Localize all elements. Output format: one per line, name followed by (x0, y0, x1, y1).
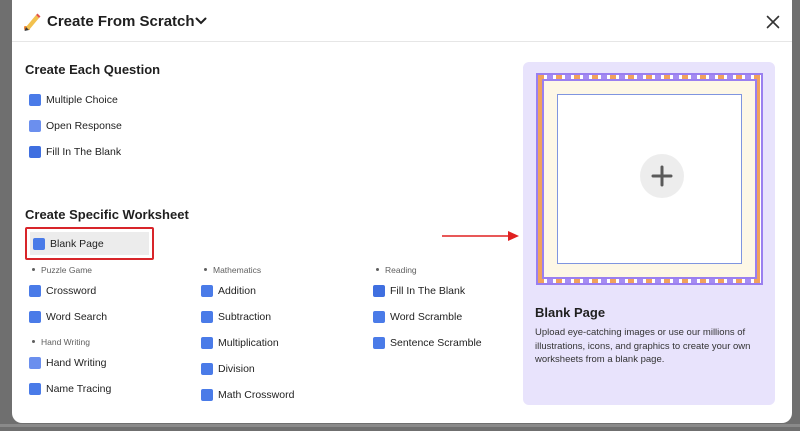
fill-in-the-blank-option[interactable]: Fill In The Blank (29, 143, 121, 161)
addition-label: Addition (218, 285, 256, 297)
create-each-question-heading: Create Each Question (25, 62, 161, 77)
reading-fill-in-the-blank-option[interactable]: Fill In The Blank (373, 282, 465, 300)
mathematics-subheading: Mathematics (204, 265, 261, 275)
math-crossword-label: Math Crossword (218, 389, 295, 401)
preview-blank-page[interactable] (557, 94, 742, 264)
division-label: Division (218, 363, 255, 375)
addition-option[interactable]: Addition (201, 282, 256, 300)
backdrop (0, 424, 800, 427)
reading-subheading: Reading (376, 265, 417, 275)
word-search-option[interactable]: Word Search (29, 308, 107, 326)
fill-blank-icon (29, 146, 41, 158)
close-icon[interactable] (766, 15, 780, 29)
word-scramble-label: Word Scramble (390, 311, 463, 323)
word-search-icon (29, 311, 41, 323)
add-icon[interactable] (640, 154, 684, 198)
reading-fill-in-the-blank-label: Fill In The Blank (390, 285, 466, 297)
sentence-scramble-option[interactable]: Sentence Scramble (373, 334, 482, 352)
name-tracing-label: Name Tracing (46, 383, 112, 395)
hand-writing-label: Hand Writing (46, 357, 107, 369)
open-response-option[interactable]: Open Response (29, 117, 122, 135)
multiple-choice-icon (29, 94, 41, 106)
subtraction-icon (201, 311, 213, 323)
puzzle-game-subheading: Puzzle Game (32, 265, 92, 275)
preview-frame-inner (542, 79, 757, 279)
blank-page-label: Blank Page (50, 237, 104, 250)
multiple-choice-option[interactable]: Multiple Choice (29, 91, 118, 109)
fill-in-the-blank-label: Fill In The Blank (46, 146, 122, 158)
sentence-scramble-label: Sentence Scramble (390, 337, 482, 349)
modal-title: Create From Scratch (47, 13, 195, 30)
hand-writing-icon (29, 357, 41, 369)
division-option[interactable]: Division (201, 360, 255, 378)
open-response-icon (29, 120, 41, 132)
preview-description: Upload eye-catching images or use our mi… (535, 327, 751, 365)
division-icon (201, 363, 213, 375)
hand-writing-option[interactable]: Hand Writing (29, 354, 107, 372)
reading-fill-blank-icon (373, 285, 385, 297)
math-crossword-option[interactable]: Math Crossword (201, 386, 294, 404)
crossword-option[interactable]: Crossword (29, 282, 96, 300)
blank-page-preview-panel: Blank Page Upload eye-catching images or… (523, 62, 775, 405)
open-response-label: Open Response (46, 120, 122, 132)
addition-icon (201, 285, 213, 297)
modal-header: Create From Scratch (12, 0, 792, 42)
sentence-scramble-icon (373, 337, 385, 349)
name-tracing-icon (29, 383, 41, 395)
chevron-down-icon[interactable] (195, 16, 207, 26)
crossword-icon (29, 285, 41, 297)
crossword-label: Crossword (46, 285, 97, 297)
preview-title: Blank Page (535, 305, 606, 320)
word-search-label: Word Search (46, 311, 108, 323)
annotation-arrow-icon (442, 231, 519, 241)
hand-writing-subheading: Hand Writing (32, 337, 90, 347)
blank-page-option[interactable]: Blank Page (25, 227, 154, 260)
subtraction-label: Subtraction (218, 311, 272, 323)
word-scramble-option[interactable]: Word Scramble (373, 308, 462, 326)
plus-icon (651, 165, 673, 187)
name-tracing-option[interactable]: Name Tracing (29, 380, 111, 398)
preview-frame (536, 73, 763, 285)
multiple-choice-label: Multiple Choice (46, 94, 118, 106)
create-from-scratch-modal: Create From Scratch Create Each Question… (12, 0, 792, 423)
pencil-icon (24, 13, 41, 31)
create-specific-worksheet-heading: Create Specific Worksheet (25, 207, 189, 222)
multiplication-label: Multiplication (218, 337, 279, 349)
blank-page-icon (33, 237, 45, 250)
multiplication-icon (201, 337, 213, 349)
math-crossword-icon (201, 389, 213, 401)
multiplication-option[interactable]: Multiplication (201, 334, 279, 352)
word-scramble-icon (373, 311, 385, 323)
blank-page-option-body: Blank Page (30, 232, 149, 255)
subtraction-option[interactable]: Subtraction (201, 308, 271, 326)
